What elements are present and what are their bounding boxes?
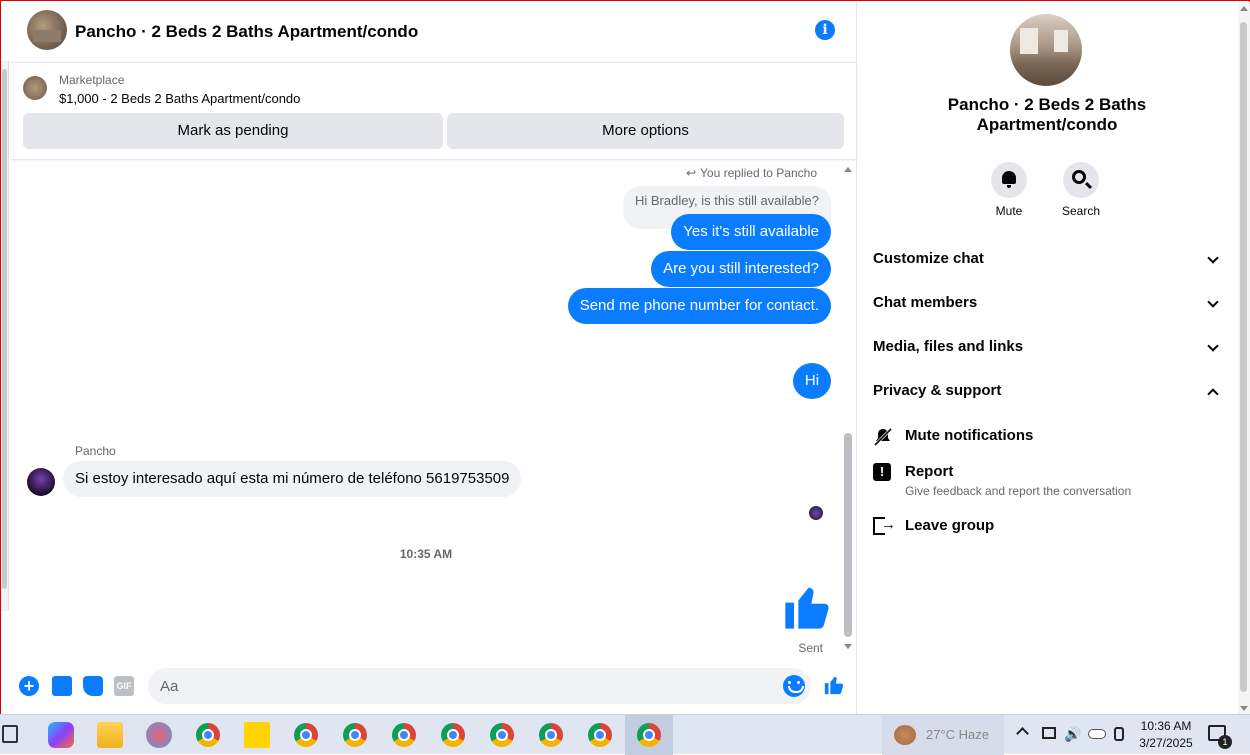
sticky-notes-icon[interactable]: [244, 722, 270, 748]
info-scrollbar[interactable]: [1238, 2, 1250, 715]
seen-indicator-avatar: [809, 506, 823, 520]
message-status: Sent: [798, 641, 823, 655]
sticker-icon[interactable]: [83, 676, 103, 696]
message-outgoing[interactable]: Are you still interested?: [651, 251, 831, 287]
app-window: Pancho · 2 Beds 2 Baths Apartment/condo …: [0, 0, 1250, 715]
search-icon: [1072, 170, 1086, 184]
search-action[interactable]: Search: [1051, 162, 1111, 218]
plus-icon[interactable]: +: [19, 676, 39, 696]
chevron-up-icon: [1207, 388, 1219, 400]
message-scrollbar[interactable]: [844, 167, 852, 649]
message-incoming[interactable]: Si estoy interesado aquí esta mi número …: [63, 461, 522, 497]
chrome-profile-icon[interactable]: [343, 723, 367, 747]
chat-panel: Pancho · 2 Beds 2 Baths Apartment/condo …: [11, 2, 857, 715]
marketplace-label: Marketplace: [59, 73, 125, 87]
scroll-up-arrow[interactable]: [844, 167, 852, 172]
weather-icon: [894, 725, 916, 745]
section-customize-chat[interactable]: Customize chat: [873, 250, 1223, 274]
info-name: Pancho · 2 Beds 2 Baths Apartment/condo: [947, 95, 1147, 134]
chrome-profile-icon[interactable]: [441, 723, 465, 747]
message-outgoing[interactable]: Hi: [793, 363, 831, 399]
reply-notice: ↩ You replied to Pancho: [685, 166, 817, 180]
emoji-icon[interactable]: [783, 675, 805, 697]
listing-thumbnail[interactable]: [23, 76, 47, 100]
scroll-down-arrow[interactable]: [844, 644, 852, 649]
chat-header: Pancho · 2 Beds 2 Baths Apartment/condo …: [11, 2, 857, 63]
listing-title[interactable]: $1,000 - 2 Beds 2 Baths Apartment/condo: [59, 91, 300, 106]
show-hidden-icons-icon[interactable]: [1016, 727, 1029, 740]
file-explorer-icon[interactable]: [97, 722, 123, 748]
system-clock[interactable]: 10:36 AM 3/27/2025: [1136, 718, 1196, 752]
info-panel: Pancho · 2 Beds 2 Baths Apartment/condo …: [858, 2, 1238, 715]
notification-count-badge: 1: [1218, 735, 1232, 749]
chevron-down-icon: [1207, 252, 1219, 264]
mute-label: Mute: [995, 204, 1023, 218]
sender-avatar[interactable]: [27, 468, 55, 496]
like-icon[interactable]: [823, 674, 845, 696]
thumbs-up-icon[interactable]: [781, 581, 833, 633]
chrome-icon[interactable]: [196, 723, 220, 747]
composer: + GIF: [11, 662, 857, 712]
info-avatar[interactable]: [1010, 14, 1082, 86]
volume-icon[interactable]: 🔊: [1064, 726, 1081, 743]
chrome-profile-icon[interactable]: [637, 723, 661, 747]
chevron-down-icon: [1207, 296, 1219, 308]
bell-icon: [1002, 171, 1016, 188]
task-view-icon[interactable]: [2, 725, 18, 743]
left-scrollbar[interactable]: [1, 61, 9, 611]
copilot-icon[interactable]: [48, 722, 74, 748]
message-timestamp: 10:35 AM: [399, 547, 453, 561]
chevron-down-icon: [1207, 340, 1219, 352]
weather-text: 27°C Haze: [926, 727, 990, 742]
scroll-thumb[interactable]: [844, 433, 852, 637]
message-list: ↩ You replied to Pancho Hi Bradley, is th…: [11, 161, 857, 656]
marketplace-listing: Marketplace $1,000 - 2 Beds 2 Baths Apar…: [11, 64, 857, 160]
conversation-avatar[interactable]: [27, 10, 67, 50]
chrome-profile-icon[interactable]: [294, 723, 318, 747]
chrome-profile-icon[interactable]: [490, 723, 514, 747]
search-label: Search: [1061, 204, 1101, 218]
section-chat-members[interactable]: Chat members: [873, 294, 1223, 318]
photo-icon[interactable]: [52, 676, 72, 696]
message-outgoing[interactable]: Send me phone number for contact.: [567, 288, 831, 324]
reply-icon: ↩: [685, 166, 697, 180]
more-options-button[interactable]: More options: [447, 113, 844, 149]
chrome-profile-icon[interactable]: [588, 723, 612, 747]
onedrive-icon[interactable]: [1088, 729, 1106, 739]
pen-icon[interactable]: [1114, 727, 1124, 741]
taskbar: 27°C Haze 🔊 10:36 AM 3/27/2025 1: [0, 714, 1250, 755]
section-privacy-support[interactable]: Privacy & support: [873, 382, 1223, 406]
gif-icon[interactable]: GIF: [114, 676, 134, 696]
section-media-files-links[interactable]: Media, files and links: [873, 338, 1223, 362]
message-outgoing[interactable]: Yes it's still available: [671, 214, 831, 250]
chat-title[interactable]: Pancho · 2 Beds 2 Baths Apartment/condo: [75, 22, 418, 42]
chrome-profile-icon[interactable]: [539, 723, 563, 747]
info-icon[interactable]: i: [815, 20, 835, 40]
weather-widget[interactable]: 27°C Haze: [882, 715, 1004, 755]
bell-off-icon: [873, 427, 893, 447]
report-icon: !: [873, 463, 891, 481]
snipping-tool-icon[interactable]: [146, 722, 172, 748]
message-input[interactable]: [148, 668, 811, 704]
sender-name: Pancho: [75, 444, 116, 458]
chrome-profile-icon[interactable]: [392, 723, 416, 747]
mute-action[interactable]: Mute: [979, 162, 1039, 218]
mark-as-pending-button[interactable]: Mark as pending: [23, 113, 443, 149]
leave-icon: [873, 516, 896, 535]
network-icon[interactable]: [1042, 727, 1056, 739]
